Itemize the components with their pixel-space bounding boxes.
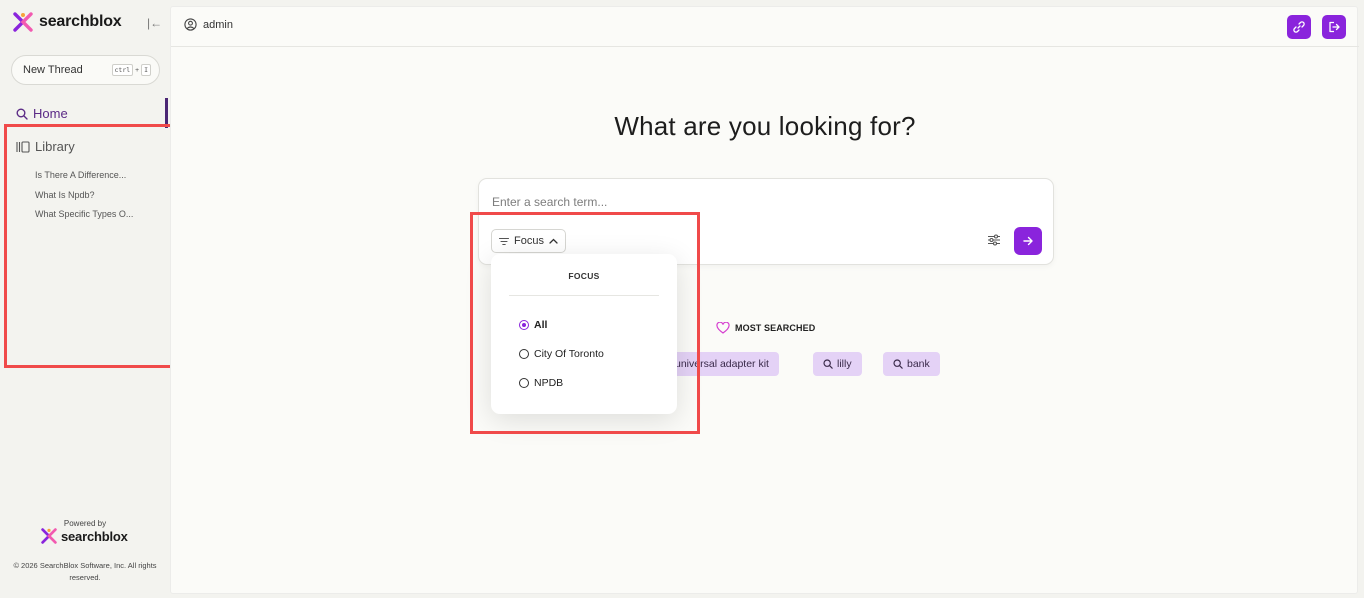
shortcut-key-ctrl: ctrl [111, 64, 134, 76]
new-thread-label: New Thread [23, 64, 83, 76]
user-name: admin [203, 18, 233, 31]
thread-item[interactable]: What Is Npdb? [35, 190, 133, 210]
nav-home-label: Home [33, 106, 68, 121]
brand-logo[interactable]: searchblox [12, 12, 122, 32]
focus-button-label: Focus [514, 235, 544, 247]
copyright-text: © 2026 SearchBlox Software, Inc. All rig… [13, 561, 157, 582]
most-searched-title: MOST SEARCHED [735, 323, 816, 333]
radio-unchecked-icon[interactable] [519, 349, 529, 359]
search-chip-label: bank [907, 358, 930, 370]
focus-option-npdb[interactable]: NPDB [519, 377, 563, 389]
share-link-button[interactable] [1287, 15, 1311, 39]
sliders-icon [988, 234, 1000, 246]
powered-by-label: Powered by [63, 519, 107, 528]
user-menu[interactable]: admin [184, 18, 233, 31]
search-chip-label: lilly [837, 358, 852, 370]
shortcut-plus: + [135, 66, 140, 74]
thread-item[interactable]: Is There A Difference... [35, 170, 133, 190]
footer-brand-logo: searchblox [40, 528, 128, 544]
main-panel: admin What are you looking for? Enter a … [170, 6, 1359, 594]
focus-dropdown: FOCUS All City Of Toronto NPDB [491, 254, 677, 414]
filter-icon [499, 237, 509, 245]
focus-option-all[interactable]: All [519, 319, 547, 331]
focus-option-city-of-toronto[interactable]: City Of Toronto [519, 348, 604, 360]
chevron-up-icon [549, 238, 558, 244]
dropdown-divider [509, 295, 659, 296]
thread-list: Is There A Difference... What Is Npdb? W… [35, 170, 133, 229]
radio-checked-icon[interactable] [519, 320, 529, 330]
searchblox-logo-icon [13, 12, 33, 32]
active-nav-indicator [165, 98, 168, 128]
search-icon [893, 359, 903, 369]
logout-icon [1329, 21, 1340, 33]
search-icon [823, 359, 833, 369]
new-thread-button[interactable]: New Thread ctrl + I [11, 55, 160, 85]
searchblox-logo-icon [41, 528, 57, 544]
search-chip[interactable]: universal adapter kit [665, 352, 779, 376]
collapse-sidebar-icon[interactable]: |← [147, 16, 162, 30]
footer-brand-name: searchblox [61, 528, 128, 544]
focus-option-label: City Of Toronto [534, 348, 604, 360]
search-submit-button[interactable] [1014, 227, 1042, 255]
radio-unchecked-icon[interactable] [519, 378, 529, 388]
app-root: searchblox |← New Thread ctrl + I Home L… [0, 0, 1364, 598]
search-box: Focus [478, 178, 1054, 265]
top-bar: admin [171, 7, 1359, 47]
brand-name: searchblox [39, 13, 122, 30]
nav-item-library[interactable]: Library [16, 139, 75, 154]
thread-item[interactable]: What Specific Types O... [35, 209, 133, 229]
search-chip[interactable]: lilly [813, 352, 862, 376]
arrow-right-icon [1023, 236, 1033, 246]
focus-button[interactable]: Focus [491, 229, 566, 253]
nav-library-label: Library [35, 139, 75, 154]
user-avatar-icon [184, 18, 197, 31]
focus-option-label: All [534, 319, 548, 331]
heart-icon [716, 322, 730, 334]
most-searched-heading: MOST SEARCHED [716, 322, 815, 334]
shortcut-key-i: I [141, 64, 151, 76]
link-icon [1293, 21, 1305, 33]
logout-button[interactable] [1322, 15, 1346, 39]
library-icon [16, 140, 30, 153]
search-chip-label: universal adapter kit [675, 358, 769, 370]
focus-option-label: NPDB [534, 377, 564, 389]
search-chip[interactable]: bank [883, 352, 940, 376]
search-settings-button[interactable] [987, 233, 1001, 252]
search-icon [16, 108, 28, 120]
sidebar: searchblox |← New Thread ctrl + I Home L… [0, 0, 170, 598]
focus-dropdown-title: FOCUS [568, 271, 600, 281]
page-headline: What are you looking for? [614, 111, 916, 141]
new-thread-shortcut: ctrl + I [111, 64, 151, 76]
search-input[interactable] [492, 193, 1032, 211]
nav-item-home[interactable]: Home [16, 106, 68, 121]
